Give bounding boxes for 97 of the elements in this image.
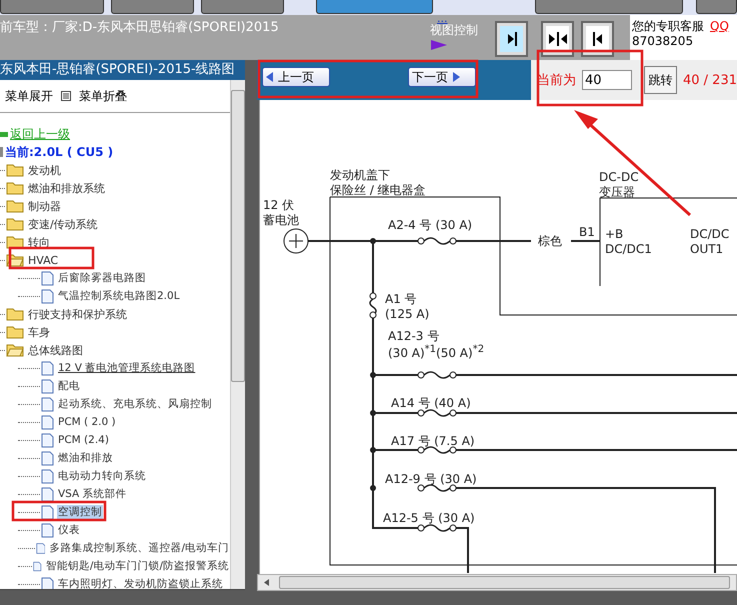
service-label: 您的专职客服 xyxy=(632,19,704,33)
collapse-menu-link[interactable]: 菜单折叠 xyxy=(79,88,127,104)
tree-item[interactable]: 制动器 xyxy=(27,198,62,214)
arrow-left-icon xyxy=(592,31,604,47)
tree-item[interactable]: 后窗除雾器电路图 xyxy=(57,271,147,285)
diagram-label: (125 A) xyxy=(385,307,430,321)
document-icon xyxy=(41,432,54,448)
diagram-label: OUT1 xyxy=(690,242,724,256)
fuse-symbol xyxy=(418,524,456,532)
split-view-button[interactable] xyxy=(541,21,574,57)
tree-item[interactable]: 智能钥匙/电动车门门锁/防盗报警系统 xyxy=(44,559,230,573)
arrow-right-icon xyxy=(453,72,460,82)
toolbar-button[interactable] xyxy=(316,0,433,14)
tree-item[interactable]: 车身 xyxy=(27,324,51,340)
arrow-right-icon xyxy=(506,31,518,47)
tree-item[interactable]: 12 V 蓄电池管理系统电路图 xyxy=(57,361,196,375)
toolbar-button[interactable] xyxy=(201,0,284,14)
diagram-label: DC/DC1 xyxy=(605,242,652,256)
tree-item[interactable]: 发动机 xyxy=(27,162,62,178)
page-count: 40 / 231 xyxy=(683,72,737,88)
diagram-label: A2-4 号 (30 A) xyxy=(388,218,472,232)
diagram-label: 保险丝 / 继电器盒 xyxy=(330,183,426,197)
page-number-input[interactable]: 40 xyxy=(582,70,632,90)
tree-item[interactable]: HVAC xyxy=(27,254,60,266)
tree-item[interactable]: PCM ( 2.0 ) xyxy=(57,416,117,428)
tree-item[interactable]: 转向 xyxy=(27,234,51,250)
horizontal-scrollbar[interactable] xyxy=(257,574,737,591)
node-icon xyxy=(0,147,3,157)
tree-item[interactable]: 多路集成控制系统、遥控器/电动车门 xyxy=(48,541,230,555)
diagram-label: (30 A)$^{*1}$(50 A)$^{*2}$ xyxy=(388,343,484,360)
arrow-left-icon xyxy=(266,72,273,82)
document-icon xyxy=(41,414,54,430)
list-icon xyxy=(61,91,71,101)
document-icon xyxy=(41,504,54,520)
tree-item[interactable]: 配电 xyxy=(57,379,81,393)
tree-item[interactable]: 总体线路图 xyxy=(27,342,84,358)
diagram-label: DC/DC xyxy=(690,227,730,241)
sidebar-title: 东风本田-思铂睿(SPOREI)-2015-线路图 xyxy=(0,60,245,80)
next-page-button[interactable]: 下一页 xyxy=(408,67,476,87)
phone-number: 87038205 xyxy=(632,34,694,48)
expand-right-button[interactable] xyxy=(495,21,528,57)
tree-item[interactable]: 车内照明灯、发动机防盗锁止系统 xyxy=(57,577,224,589)
go-button[interactable]: 跳转 xyxy=(644,66,677,94)
tree-item[interactable]: 空调控制 xyxy=(57,505,103,519)
expand-left-button[interactable] xyxy=(581,21,614,57)
tree-item[interactable]: 仪表 xyxy=(57,523,81,537)
tree-item[interactable]: 气温控制系统电路图2.0L xyxy=(57,289,181,303)
vehicle-model-text: 前车型：厂家:D-东风本田思铂睿(SPOREI)2015 xyxy=(0,19,280,37)
diagram-label: A1 号 xyxy=(385,292,417,306)
back-icon xyxy=(0,132,8,136)
document-icon xyxy=(41,396,54,412)
qq-link[interactable]: QQ xyxy=(710,19,729,33)
toolbar-button[interactable] xyxy=(111,0,194,14)
fuse-symbol xyxy=(418,484,456,492)
tree-item[interactable]: VSA 系统部件 xyxy=(57,487,128,501)
tree-item[interactable]: 燃油和排放系统 xyxy=(27,180,106,196)
tree-item[interactable]: PCM (2.4) xyxy=(57,434,110,446)
diagram-label: B1 xyxy=(579,225,595,239)
document-icon xyxy=(41,270,54,286)
diagram-label: 蓄电池 xyxy=(263,213,299,227)
diagram-label: A14 号 (40 A) xyxy=(391,396,471,410)
previous-page-button[interactable]: 上一页 xyxy=(262,67,330,87)
tree-item[interactable]: 变速/传动系统 xyxy=(27,216,99,232)
tree-item[interactable]: 起动系统、充电系统、风扇控制 xyxy=(57,397,213,411)
diagram-label: A17 号 (7.5 A) xyxy=(391,434,475,448)
diagram-label: 发动机盖下 xyxy=(330,168,390,182)
view-control-label: 视图控制 xyxy=(430,22,478,39)
diagram-label: 棕色 xyxy=(538,234,562,248)
scroll-left-icon xyxy=(264,579,269,586)
diagram-label: +B xyxy=(605,227,624,241)
document-icon xyxy=(41,450,54,466)
toolbar-button[interactable] xyxy=(534,0,684,14)
tree-item[interactable]: 燃油和排放 xyxy=(57,451,114,465)
double-arrow-icon xyxy=(548,31,568,47)
toolbar-button[interactable] xyxy=(696,0,737,14)
document-icon xyxy=(41,360,54,376)
document-icon xyxy=(41,468,54,484)
diagram-label: A12-3 号 xyxy=(388,329,440,343)
diagram-label: DC-DC xyxy=(599,170,639,184)
vertical-scrollbar[interactable] xyxy=(230,80,245,589)
document-icon xyxy=(36,540,46,556)
current-node-label: 当前:2.0L ( CU5 ) xyxy=(5,144,114,160)
flag-icon xyxy=(430,39,448,51)
diagram-label: 变压器 xyxy=(599,185,635,199)
horizontal-scrollbar[interactable] xyxy=(0,589,245,605)
document-icon xyxy=(41,378,54,394)
current-page-label: 当前为 xyxy=(537,72,576,89)
diagram-label: A12-9 号 (30 A) xyxy=(385,472,477,486)
expand-menu-link[interactable]: 菜单展开 xyxy=(5,88,53,104)
document-icon xyxy=(41,288,54,304)
tree-item[interactable]: 电动动力转向系统 xyxy=(57,469,147,483)
diagram-label: 12 伏 xyxy=(263,198,294,212)
diagram-label: A12-5 号 (30 A) xyxy=(383,511,475,525)
toolbar-button[interactable] xyxy=(0,0,104,14)
document-icon xyxy=(41,486,54,502)
tree-item[interactable]: 行驶支持和保护系统 xyxy=(27,306,128,322)
document-icon xyxy=(41,522,54,538)
